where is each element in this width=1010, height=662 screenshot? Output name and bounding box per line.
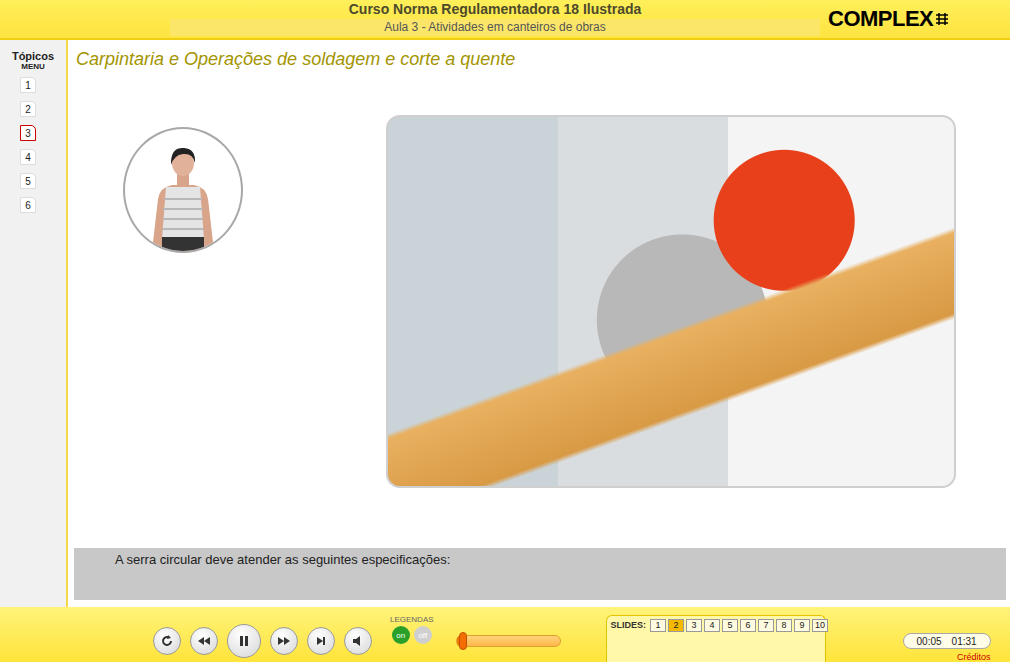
player-bar: LEGENDAS onoff SLIDES:12345678910 00:05 01:3…	[0, 607, 1010, 662]
subtitles-on-button[interactable]: on	[392, 626, 410, 644]
slide-number[interactable]: 4	[704, 619, 720, 632]
progress-slider[interactable]	[456, 635, 561, 647]
course-title: Curso Norma Regulamentadora 18 Ilustrada	[349, 0, 642, 19]
narrator-avatar	[123, 127, 243, 253]
slide-area: Carpintaria e Operações de soldagem e co…	[68, 40, 1010, 607]
topic-item[interactable]: 2	[20, 101, 36, 117]
time-display: 00:05 01:31	[903, 633, 991, 649]
course-player: Curso Norma Regulamentadora 18 Ilustrada…	[0, 0, 1010, 662]
topic-item[interactable]: 3	[20, 125, 36, 141]
subtitles-off-button[interactable]: off	[414, 626, 432, 644]
slides-label: SLIDES:	[611, 619, 647, 632]
end-button[interactable]	[307, 627, 335, 655]
body: TópicosMENU 1 2 3 4 5 6 Carpintaria e Operações…	[0, 40, 1010, 607]
logo-text: COMPLEX	[828, 6, 933, 32]
slide-number[interactable]: 2	[668, 619, 684, 632]
play-pause-button[interactable]	[227, 624, 261, 658]
slide-title: Carpintaria e Operações de soldagem e co…	[74, 48, 1006, 70]
caption-bar: A serra circular deve atender as seguint…	[74, 548, 1006, 600]
narrator-icon	[138, 139, 228, 251]
slide-number[interactable]: 9	[794, 619, 810, 632]
sidebar-subtitle: MENU	[21, 62, 45, 71]
playback-controls	[153, 607, 372, 662]
forward-button[interactable]	[270, 627, 298, 655]
slide-number[interactable]: 8	[776, 619, 792, 632]
rewind-button[interactable]	[190, 627, 218, 655]
slide-number[interactable]: 10	[812, 619, 828, 632]
header: Curso Norma Regulamentadora 18 Ilustrada…	[0, 0, 1010, 40]
slide-photo	[386, 115, 956, 488]
logo: COMPLEX	[820, 0, 1010, 38]
lesson-subtitle: Aula 3 - Atividades em canteiros de obra…	[170, 19, 820, 36]
slide-number[interactable]: 3	[686, 619, 702, 632]
topic-item[interactable]: 6	[20, 197, 36, 213]
sidebar-title: Tópicos	[12, 50, 54, 62]
progress-handle[interactable]	[459, 632, 467, 650]
slide-number[interactable]: 7	[758, 619, 774, 632]
sidebar: TópicosMENU 1 2 3 4 5 6	[0, 40, 68, 607]
credits-link[interactable]: Créditos	[957, 652, 991, 662]
total-time: 01:31	[952, 636, 977, 647]
topic-list: 1 2 3 4 5 6	[0, 77, 36, 213]
slide-number[interactable]: 6	[740, 619, 756, 632]
subtitles-label: LEGENDAS	[390, 615, 434, 624]
volume-button[interactable]	[344, 627, 372, 655]
replay-button[interactable]	[153, 627, 181, 655]
logo-icon	[935, 12, 949, 26]
rewind-icon	[197, 634, 211, 648]
topic-item[interactable]: 5	[20, 173, 36, 189]
slide-number[interactable]: 5	[722, 619, 738, 632]
slide-number[interactable]: 1	[650, 619, 666, 632]
topic-item[interactable]: 4	[20, 149, 36, 165]
forward-icon	[277, 634, 291, 648]
subtitles-options: onoff	[392, 626, 432, 644]
subtitles-toggle: LEGENDAS onoff	[390, 607, 434, 662]
slide-content	[74, 115, 1006, 488]
replay-icon	[160, 634, 174, 648]
skip-end-icon	[314, 634, 328, 648]
elapsed-time: 00:05	[917, 636, 942, 647]
speaker-icon	[351, 634, 365, 648]
header-text: Curso Norma Regulamentadora 18 Ilustrada…	[0, 0, 820, 38]
slides-panel: SLIDES:12345678910	[606, 615, 826, 662]
topic-item[interactable]: 1	[20, 77, 36, 93]
pause-icon	[237, 634, 251, 648]
time-area: 00:05 01:31 Créditos	[903, 607, 991, 662]
